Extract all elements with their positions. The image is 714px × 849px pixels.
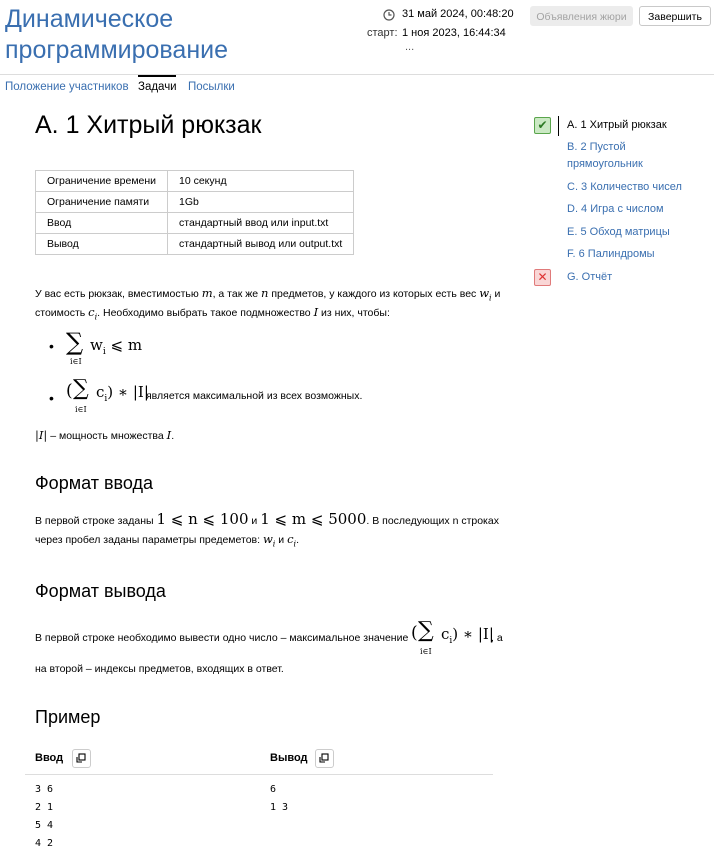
copy-icon	[76, 753, 86, 763]
more-indicator: ...	[405, 41, 415, 53]
statement-text: . В последующих n строках	[366, 515, 499, 527]
math-ci: ci	[287, 532, 297, 549]
statement-text: через пробел заданы параметры предеметов…	[35, 534, 263, 546]
rejected-cross-icon: ✕	[534, 269, 551, 286]
jury-announcements-button[interactable]: Объявления жюри	[530, 6, 633, 26]
start-time: 1 ноя 2023, 16:44:34	[402, 27, 506, 39]
example-output-line: 6	[270, 784, 277, 795]
statement-text: , а	[491, 632, 503, 644]
cardinality-note: |I| – мощность множества I.	[35, 428, 175, 442]
statement-text: стоимость	[35, 307, 89, 319]
example-input-line: 5 4	[35, 820, 54, 831]
example-input-label: Ввод	[35, 752, 64, 764]
math-wi: wi	[262, 532, 276, 549]
math-m: m	[201, 286, 213, 300]
sidebar-problem-g[interactable]: G. Отчёт	[567, 269, 687, 286]
math-abs-I: |I|	[35, 428, 48, 442]
statement-text: является максимальной из всех возможных.	[146, 390, 363, 402]
statement-text: и	[248, 515, 261, 527]
sidebar-problem-e[interactable]: E. 5 Обход матрицы	[567, 224, 687, 241]
statement-text: – мощность множества	[47, 430, 167, 442]
example-input-line: 3 6	[35, 784, 54, 795]
statement-text: В первой строке необходимо вывести одно …	[35, 632, 409, 644]
math-wi: wi	[479, 286, 492, 303]
math-n-range: 1 ⩽ n ⩽ 100	[156, 510, 249, 528]
statement-line-2: стоимость ci. Необходимо выбрать такое п…	[35, 302, 390, 327]
example-input-line: 2 1	[35, 802, 54, 813]
clock-icon	[383, 9, 395, 21]
limit-key: Ограничение памяти	[35, 191, 168, 213]
accepted-check-icon: ✔	[534, 117, 551, 134]
math-ci: ci	[88, 305, 98, 322]
contest-title: Динамическое программирование	[5, 5, 228, 64]
deadline-time: 31 май 2024, 00:48:20	[402, 8, 514, 20]
bullet: •	[49, 338, 54, 354]
active-tab-indicator	[138, 75, 176, 77]
limit-key: Вывод	[35, 233, 168, 255]
limit-key: Ввод	[35, 212, 168, 234]
limit-key: Ограничение времени	[35, 170, 168, 192]
start-label: старт:	[367, 27, 398, 39]
problem-title: A. 1 Хитрый рюкзак	[35, 111, 262, 139]
example-divider	[25, 774, 493, 775]
statement-text: и	[491, 288, 501, 300]
copy-icon	[319, 753, 329, 763]
sidebar-problem-a[interactable]: A. 1 Хитрый рюкзак	[567, 117, 687, 134]
header-divider	[0, 74, 714, 75]
copy-input-button[interactable]	[72, 749, 91, 768]
bullet: •	[49, 390, 54, 406]
statement-text: , а так же	[212, 288, 262, 300]
limit-value: стандартный ввод или input.txt	[167, 212, 354, 234]
tab-standings[interactable]: Положение участников	[5, 81, 129, 93]
limit-value: 10 секунд	[167, 170, 354, 192]
statement-text: предметов, у каждого из которых есть вес	[268, 288, 480, 300]
tab-submissions[interactable]: Посылки	[188, 81, 235, 93]
statement-text: У вас есть рюкзак, вместимостью	[35, 288, 202, 300]
table-row: Ограничение времени 10 секунд	[35, 170, 354, 192]
sidebar-problem-c[interactable]: C. 3 Количество чисел	[567, 179, 687, 196]
sidebar-problem-d[interactable]: D. 4 Игра с числом	[567, 201, 687, 218]
input-format-heading: Формат ввода	[35, 473, 153, 493]
output-format-line-1: В первой строке необходимо вывести одно …	[35, 628, 408, 649]
example-input-line: 4 2	[35, 838, 54, 849]
math-m-range: 1 ⩽ m ⩽ 5000	[260, 510, 367, 528]
output-format-line-2: на второй – индексы предметов, входящих …	[35, 663, 284, 675]
input-format-line-2: через пробел заданы параметры предеметов…	[35, 532, 299, 549]
limit-value: стандартный вывод или output.txt	[167, 233, 354, 255]
limit-value: 1Gb	[167, 191, 354, 213]
example-output-label: Вывод	[270, 752, 308, 764]
active-problem-marker	[558, 116, 559, 136]
statement-text: В первой строке заданы	[35, 515, 157, 527]
statement-text: из них, чтобы:	[318, 307, 390, 319]
sidebar-problem-b[interactable]: B. 2 Пустой прямоугольник	[567, 139, 687, 173]
table-row: Вывод стандартный вывод или output.txt	[35, 233, 354, 255]
sidebar-problem-f[interactable]: F. 6 Палиндромы	[567, 246, 687, 263]
limits-table: Ограничение времени 10 секунд Ограничени…	[35, 170, 354, 255]
copy-output-button[interactable]	[315, 749, 334, 768]
math-I: I	[166, 428, 172, 442]
statement-text: и	[275, 534, 288, 546]
example-heading: Пример	[35, 707, 101, 727]
statement-text: . Необходимо выбрать такое подмножество	[97, 307, 314, 319]
finish-button[interactable]: Завершить	[639, 6, 711, 26]
example-output-line: 1 3	[270, 802, 289, 813]
table-row: Ограничение памяти 1Gb	[35, 191, 354, 213]
table-row: Ввод стандартный ввод или input.txt	[35, 212, 354, 234]
output-format-heading: Формат вывода	[35, 581, 166, 601]
tab-problems[interactable]: Задачи	[138, 81, 177, 93]
